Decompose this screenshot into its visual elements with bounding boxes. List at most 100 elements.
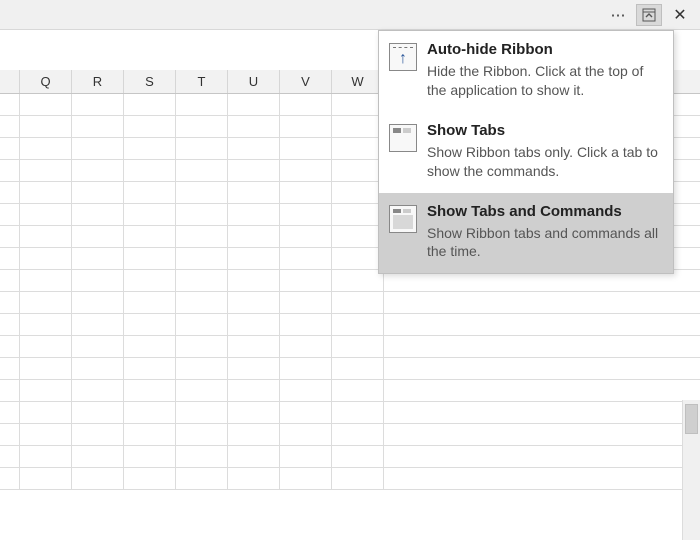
cell[interactable]: [228, 248, 280, 269]
cell[interactable]: [124, 116, 176, 137]
cell[interactable]: [124, 336, 176, 357]
cell[interactable]: [0, 160, 20, 181]
cell[interactable]: [228, 292, 280, 313]
cell[interactable]: [72, 160, 124, 181]
cell[interactable]: [228, 182, 280, 203]
cell[interactable]: [228, 358, 280, 379]
cell[interactable]: [20, 468, 72, 489]
menu-item-show-tabs[interactable]: Show Tabs Show Ribbon tabs only. Click a…: [379, 112, 673, 193]
cell[interactable]: [176, 468, 228, 489]
cell[interactable]: [72, 314, 124, 335]
cell[interactable]: [176, 160, 228, 181]
cell[interactable]: [0, 94, 20, 115]
cell[interactable]: [176, 380, 228, 401]
cell[interactable]: [0, 402, 20, 423]
cell[interactable]: [280, 336, 332, 357]
cell[interactable]: [20, 292, 72, 313]
cell[interactable]: [228, 138, 280, 159]
cell[interactable]: [332, 424, 384, 445]
cell[interactable]: [72, 138, 124, 159]
cell[interactable]: [228, 94, 280, 115]
cell[interactable]: [280, 314, 332, 335]
cell[interactable]: [176, 292, 228, 313]
cell[interactable]: [20, 336, 72, 357]
cell[interactable]: [20, 94, 72, 115]
cell[interactable]: [20, 358, 72, 379]
cell[interactable]: [280, 248, 332, 269]
cell[interactable]: [228, 380, 280, 401]
cell[interactable]: [20, 402, 72, 423]
cell[interactable]: [124, 314, 176, 335]
cell[interactable]: [124, 468, 176, 489]
cell[interactable]: [72, 446, 124, 467]
cell[interactable]: [124, 160, 176, 181]
cell[interactable]: [0, 116, 20, 137]
cell[interactable]: [124, 94, 176, 115]
cell[interactable]: [228, 160, 280, 181]
cell[interactable]: [20, 204, 72, 225]
cell[interactable]: [176, 270, 228, 291]
cell[interactable]: [72, 116, 124, 137]
cell[interactable]: [176, 446, 228, 467]
cell[interactable]: [332, 402, 384, 423]
cell[interactable]: [176, 138, 228, 159]
cell[interactable]: [332, 182, 384, 203]
cell[interactable]: [0, 292, 20, 313]
cell[interactable]: [332, 358, 384, 379]
cell[interactable]: [332, 292, 384, 313]
cell[interactable]: [332, 138, 384, 159]
cell[interactable]: [280, 446, 332, 467]
cell[interactable]: [280, 270, 332, 291]
cell[interactable]: [228, 116, 280, 137]
cell[interactable]: [332, 226, 384, 247]
cell[interactable]: [332, 204, 384, 225]
cell[interactable]: [72, 182, 124, 203]
cell[interactable]: [20, 116, 72, 137]
cell[interactable]: [332, 380, 384, 401]
ribbon-display-options-button[interactable]: [636, 4, 662, 26]
cell[interactable]: [0, 446, 20, 467]
cell[interactable]: [176, 336, 228, 357]
column-header[interactable]: V: [280, 70, 332, 93]
cell[interactable]: [280, 380, 332, 401]
cell[interactable]: [20, 270, 72, 291]
cell[interactable]: [280, 160, 332, 181]
cell[interactable]: [20, 314, 72, 335]
scroll-thumb[interactable]: [685, 404, 698, 434]
cell[interactable]: [72, 380, 124, 401]
cell[interactable]: [280, 292, 332, 313]
cell[interactable]: [72, 424, 124, 445]
cell[interactable]: [228, 314, 280, 335]
vertical-scrollbar[interactable]: [682, 400, 700, 540]
menu-item-auto-hide-ribbon[interactable]: Auto-hide Ribbon Hide the Ribbon. Click …: [379, 31, 673, 112]
cell[interactable]: [72, 358, 124, 379]
cell[interactable]: [332, 468, 384, 489]
cell[interactable]: [332, 336, 384, 357]
column-header[interactable]: W: [332, 70, 384, 93]
cell[interactable]: [20, 446, 72, 467]
cell[interactable]: [20, 424, 72, 445]
cell[interactable]: [124, 226, 176, 247]
column-header[interactable]: T: [176, 70, 228, 93]
cell[interactable]: [176, 402, 228, 423]
cell[interactable]: [228, 468, 280, 489]
cell[interactable]: [0, 358, 20, 379]
cell[interactable]: [20, 226, 72, 247]
cell[interactable]: [176, 116, 228, 137]
cell[interactable]: [280, 182, 332, 203]
cell[interactable]: [332, 116, 384, 137]
cell[interactable]: [0, 270, 20, 291]
cell[interactable]: [280, 424, 332, 445]
cell[interactable]: [20, 380, 72, 401]
cell[interactable]: [72, 248, 124, 269]
cell[interactable]: [0, 182, 20, 203]
cell[interactable]: [124, 446, 176, 467]
cell[interactable]: [124, 248, 176, 269]
column-header[interactable]: R: [72, 70, 124, 93]
cell[interactable]: [72, 226, 124, 247]
cell[interactable]: [332, 248, 384, 269]
cell[interactable]: [332, 94, 384, 115]
cell[interactable]: [228, 446, 280, 467]
cell[interactable]: [124, 380, 176, 401]
cell[interactable]: [332, 446, 384, 467]
